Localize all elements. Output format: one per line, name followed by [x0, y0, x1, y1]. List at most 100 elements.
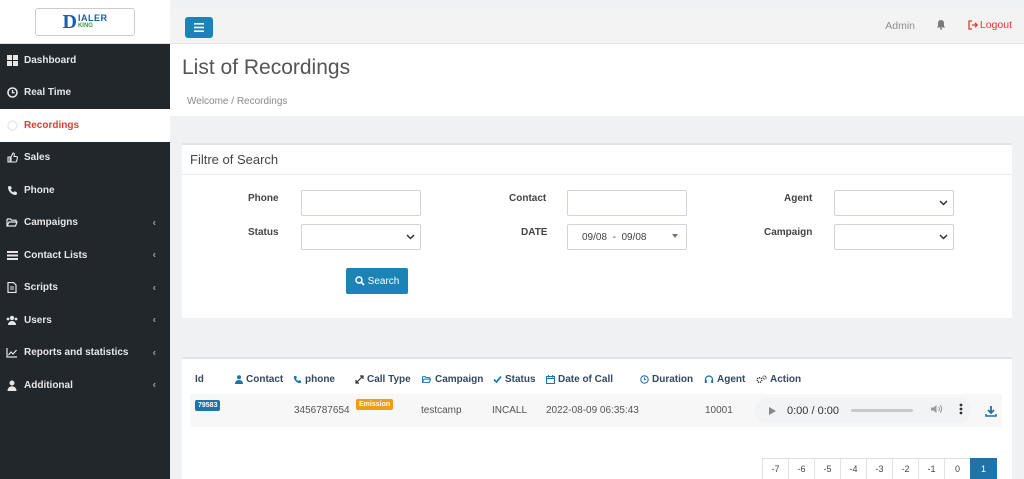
column-header-date[interactable]: Date of Call — [546, 374, 613, 385]
play-icon[interactable] — [769, 406, 776, 415]
column-header-status[interactable]: Status — [493, 374, 536, 385]
logo-line2: KING — [77, 23, 93, 29]
page-button[interactable]: -1 — [918, 458, 945, 479]
phone-label: Phone — [248, 193, 279, 204]
status-label: Status — [248, 227, 279, 238]
page-button[interactable]: -7 — [762, 458, 789, 479]
phone-input[interactable] — [301, 190, 421, 216]
sidebar-item-real-time[interactable]: Real Time — [0, 77, 170, 110]
column-header-id[interactable]: Id — [195, 374, 204, 385]
search-button[interactable]: Search — [346, 268, 408, 294]
row-status: INCALL — [492, 405, 528, 416]
page-button[interactable]: -4 — [840, 458, 867, 479]
recording-id-badge[interactable]: 79583 — [195, 400, 221, 411]
sidebar-item-label: Recordings — [24, 119, 80, 131]
bell-icon[interactable] — [936, 19, 946, 33]
breadcrumb: Welcome / Recordings — [187, 96, 288, 107]
campaign-label: Campaign — [764, 227, 813, 238]
search-filter-panel: Filtre of Search Phone Contact Agent Sta… — [182, 143, 1012, 318]
sidebar-item-contact-lists[interactable]: Contact Lists ‹ — [0, 239, 170, 272]
sidebar-item-scripts[interactable]: Scripts ‹ — [0, 272, 170, 305]
admin-user-link[interactable]: Admin — [885, 20, 915, 32]
column-header-contact[interactable]: Contact — [235, 374, 283, 385]
sidebar-item-label: Campaigns — [24, 217, 78, 229]
sidebar-item-label: Phone — [24, 184, 55, 196]
row-phone: 3456787654 — [294, 405, 350, 416]
audio-progress-slider[interactable] — [851, 409, 913, 412]
page-header: List of Recordings Welcome / Recordings — [170, 44, 1024, 116]
sidebar-item-label: Reports and statistics — [24, 347, 129, 359]
date-label: DATE — [521, 227, 548, 238]
phone-icon — [6, 184, 18, 196]
headset-icon — [704, 375, 714, 384]
expand-arrows-icon — [355, 375, 364, 384]
file-icon — [6, 282, 18, 294]
column-header-action[interactable]: Action — [756, 374, 801, 385]
page-button[interactable]: -5 — [814, 458, 841, 479]
download-icon[interactable] — [985, 405, 997, 420]
agent-select[interactable] — [834, 190, 954, 216]
chevron-left-icon: ‹ — [152, 379, 156, 391]
chevron-left-icon: ‹ — [152, 249, 156, 261]
logo-area: D IALER KING — [0, 0, 170, 44]
sidebar-nav: Dashboard Real Time Recordings Sales Pho… — [0, 44, 170, 402]
sidebar-item-sales[interactable]: Sales — [0, 142, 170, 175]
table-row: 79583 3456787654 Emission testcamp INCAL… — [190, 394, 1002, 427]
chevron-left-icon: ‹ — [152, 314, 156, 326]
caret-down-icon — [672, 234, 678, 238]
contact-input[interactable] — [567, 190, 687, 216]
page-button[interactable]: -2 — [892, 458, 919, 479]
sidebar-item-additional[interactable]: Additional ‹ — [0, 369, 170, 402]
page-button[interactable]: -6 — [788, 458, 815, 479]
chevron-left-icon: ‹ — [152, 217, 156, 229]
column-header-phone[interactable]: phone — [293, 374, 335, 385]
dashboard-icon — [6, 54, 18, 66]
sidebar-item-campaigns[interactable]: Campaigns ‹ — [0, 207, 170, 240]
app-logo[interactable]: D IALER KING — [35, 7, 135, 36]
pagination: -7 -6 -5 -4 -3 -2 -1 0 1 — [762, 458, 997, 479]
clock-icon — [640, 375, 649, 384]
column-header-agent[interactable]: Agent — [704, 374, 745, 385]
chevron-left-icon: ‹ — [152, 347, 156, 359]
volume-icon[interactable] — [931, 404, 943, 417]
users-icon — [6, 314, 18, 326]
user-icon — [6, 379, 18, 391]
call-type-badge: Emission — [356, 399, 394, 410]
status-select[interactable] — [301, 224, 421, 250]
folder-open-icon — [6, 217, 18, 229]
sidebar-item-reports[interactable]: Reports and statistics ‹ — [0, 337, 170, 370]
clock-icon — [6, 87, 18, 99]
logout-link[interactable]: Logout — [968, 19, 1012, 31]
menu-toggle-button[interactable] — [185, 17, 213, 38]
sidebar-item-label: Sales — [24, 152, 51, 164]
chevron-down-icon — [939, 232, 948, 244]
list-icon — [6, 249, 18, 261]
campaign-select[interactable] — [834, 224, 954, 250]
sidebar-item-label: Contact Lists — [24, 249, 88, 261]
search-icon — [354, 276, 365, 286]
sidebar-item-recordings[interactable]: Recordings — [0, 109, 170, 142]
sidebar-item-label: Dashboard — [24, 54, 77, 66]
sidebar-item-users[interactable]: Users ‹ — [0, 304, 170, 337]
page-button-active[interactable]: 1 — [970, 458, 997, 479]
check-icon — [493, 375, 502, 384]
hamburger-icon — [194, 23, 204, 32]
search-button-label: Search — [367, 275, 400, 287]
column-header-call-type[interactable]: Call Type — [355, 374, 411, 385]
sidebar-item-label: Scripts — [24, 282, 58, 294]
page-title: List of Recordings — [182, 56, 351, 79]
sidebar-item-label: Users — [24, 314, 52, 326]
row-campaign: testcamp — [421, 405, 462, 416]
sidebar-item-label: Real Time — [24, 87, 72, 99]
column-header-campaign[interactable]: Campaign — [421, 374, 483, 385]
date-range-picker[interactable]: 09/08 - 09/08 — [567, 224, 687, 250]
filter-title: Filtre of Search — [182, 145, 1012, 175]
column-header-duration[interactable]: Duration — [640, 374, 693, 385]
sidebar-item-dashboard[interactable]: Dashboard — [0, 44, 170, 77]
sidebar-item-phone[interactable]: Phone — [0, 174, 170, 207]
contact-label: Contact — [509, 193, 547, 204]
more-options-icon[interactable] — [959, 403, 963, 418]
page-button[interactable]: -3 — [866, 458, 893, 479]
logo-mark: D — [62, 10, 77, 33]
page-button[interactable]: 0 — [944, 458, 971, 479]
